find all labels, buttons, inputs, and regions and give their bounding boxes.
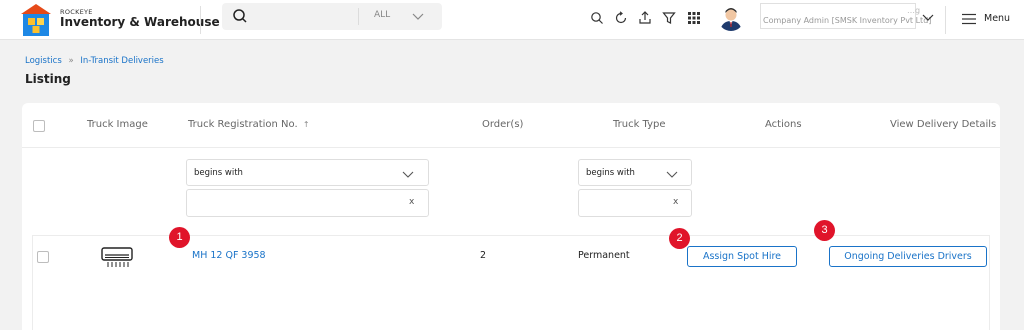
header-view-delivery-details: View Delivery Details	[890, 119, 997, 130]
truck-image-icon	[101, 247, 133, 267]
user-info[interactable]: …g Company Admin [SMSK Inventory Pvt Ltd…	[760, 3, 931, 29]
search-icon	[233, 9, 247, 23]
registration-filter-mode-label: begins with	[194, 168, 243, 178]
page-title: Listing	[25, 72, 71, 86]
orders-count: 2	[480, 250, 487, 261]
assign-spot-hire-button[interactable]: Assign Spot Hire	[687, 246, 797, 267]
search-input[interactable]	[254, 7, 352, 26]
divider	[200, 6, 201, 34]
table-header-row: Truck Image Truck Registration No. ↑ Ord…	[22, 103, 1000, 148]
app-title: Inventory & Warehouse	[60, 15, 220, 29]
header-orders: Order(s)	[482, 119, 524, 130]
global-search[interactable]: ALL	[222, 3, 442, 30]
divider	[945, 6, 946, 34]
user-role: Company Admin [SMSK Inventory Pvt Ltd]	[763, 16, 932, 25]
annotation-marker-2: 2	[669, 228, 690, 249]
user-name: …g	[907, 6, 921, 15]
download-icon[interactable]	[638, 11, 652, 25]
hamburger-icon	[962, 13, 976, 25]
ongoing-deliveries-drivers-button[interactable]: Ongoing Deliveries Drivers	[829, 246, 987, 267]
truck-type-filter-clear[interactable]: x	[673, 197, 678, 207]
header-truck-registration-label: Truck Registration No.	[188, 119, 298, 130]
truck-type-filter-mode-label: begins with	[586, 168, 635, 178]
header-actions: Actions	[765, 119, 802, 130]
header-truck-type: Truck Type	[613, 119, 666, 130]
header-truck-registration[interactable]: Truck Registration No. ↑	[188, 119, 310, 130]
breadcrumb: Logistics » In-Transit Deliveries	[25, 56, 164, 66]
registration-filter-clear[interactable]: x	[409, 197, 414, 207]
sort-asc-icon[interactable]: ↑	[303, 120, 310, 129]
header-truck-image: Truck Image	[87, 119, 148, 130]
app-logo[interactable]	[20, 3, 52, 37]
chevron-down-icon	[666, 171, 678, 178]
truck-type-filter-input[interactable]: x	[578, 189, 692, 217]
top-bar: ROCKEYE Inventory & Warehouse ALL …g Com…	[0, 0, 1024, 40]
chevron-down-icon	[402, 171, 414, 178]
chevron-down-icon[interactable]	[922, 12, 934, 22]
annotation-marker-3: 3	[814, 220, 835, 241]
truck-registration-link[interactable]: MH 12 QF 3958	[192, 250, 266, 261]
listing-table: Truck Image Truck Registration No. ↑ Ord…	[22, 103, 1000, 330]
chevron-down-icon[interactable]	[412, 11, 424, 21]
breadcrumb-link-in-transit[interactable]: In-Transit Deliveries	[80, 56, 163, 66]
breadcrumb-separator: »	[68, 56, 74, 66]
filter-icon[interactable]	[662, 11, 676, 25]
row-checkbox[interactable]	[37, 251, 49, 263]
select-all-checkbox[interactable]	[33, 120, 45, 132]
registration-filter-mode[interactable]: begins with	[186, 159, 429, 186]
search-icon[interactable]	[590, 11, 604, 25]
registration-filter-input[interactable]: x	[186, 189, 429, 217]
truck-type-filter-mode[interactable]: begins with	[578, 159, 692, 186]
apps-grid-icon[interactable]	[687, 11, 701, 25]
avatar[interactable]	[718, 5, 744, 31]
search-scope-select[interactable]: ALL	[374, 10, 390, 20]
annotation-marker-1: 1	[169, 227, 190, 248]
menu-label: Menu	[984, 13, 1011, 24]
divider	[358, 8, 359, 25]
table-row: MH 12 QF 3958 2 Permanent Assign Spot Hi…	[32, 235, 990, 330]
breadcrumb-link-logistics[interactable]: Logistics	[25, 56, 62, 66]
refresh-icon[interactable]	[614, 11, 628, 25]
truck-type-value: Permanent	[578, 250, 630, 261]
